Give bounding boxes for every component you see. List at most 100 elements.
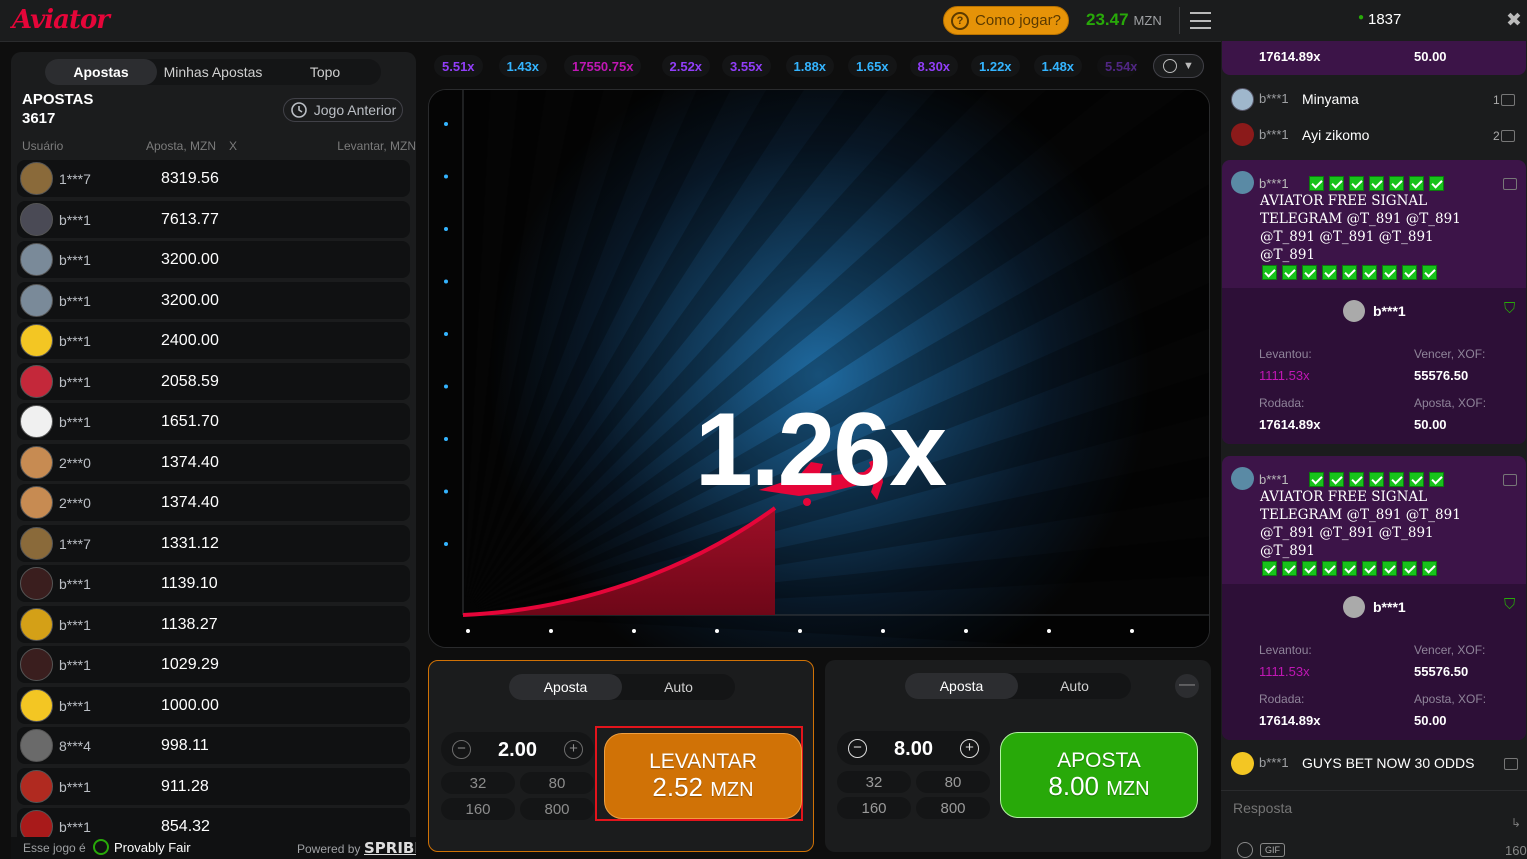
quick-160[interactable]: 160 xyxy=(441,798,515,820)
history-multiplier[interactable]: 1.88x xyxy=(785,55,835,77)
online-dot-icon: ● xyxy=(1358,12,1365,23)
signal-text: AVIATOR FREE SIGNAL TELEGRAM @T_891 @T_8… xyxy=(1260,489,1461,559)
table-row: b***1 1029.29 xyxy=(17,646,410,683)
tab-all-bets[interactable]: Apostas xyxy=(45,59,157,85)
balance: 23.47 MZN xyxy=(1086,10,1162,29)
chat-panel: ● 1837 ✖ 17614.89x 50.00 b***1 Minyama 1… xyxy=(1221,0,1527,859)
bet-value: 50.00 xyxy=(1414,417,1447,432)
row-user: 2***0 xyxy=(59,454,91,471)
share-user: b***1 xyxy=(1373,303,1406,319)
check-icons xyxy=(1262,561,1437,576)
chat-text: Ayi zikomo xyxy=(1302,127,1370,143)
quick-80[interactable]: 80 xyxy=(916,771,990,793)
history-multiplier[interactable]: 1.65x xyxy=(848,55,897,77)
previous-game-button[interactable]: Jogo Anterior xyxy=(283,98,403,122)
how-to-play-button[interactable]: ? Como jogar? xyxy=(943,6,1069,35)
place-bet-button[interactable]: APOSTA 8.00 MZN xyxy=(1000,732,1198,818)
avatar xyxy=(20,486,53,519)
menu-icon[interactable] xyxy=(1190,12,1211,29)
spribe-logo[interactable]: SPRIBE xyxy=(364,839,416,857)
quick-32[interactable]: 32 xyxy=(441,772,515,794)
row-user: 8***4 xyxy=(59,738,91,754)
like-icon[interactable] xyxy=(1501,94,1515,106)
history-toggle-button[interactable]: ▼ xyxy=(1153,54,1204,78)
quick-160[interactable]: 160 xyxy=(837,797,911,819)
like-icon[interactable] xyxy=(1501,130,1515,142)
avatar xyxy=(20,567,53,600)
cashed-value: 1111.53x xyxy=(1259,368,1310,383)
send-icon[interactable]: ↳ xyxy=(1511,816,1521,830)
signal-message-2: b***1 AVIATOR FREE SIGNAL TELEGRAM @T_89… xyxy=(1222,456,1526,740)
bet2-tab-auto[interactable]: Auto xyxy=(1018,673,1131,699)
check-icons xyxy=(1309,472,1444,487)
bets-count: 3617 xyxy=(22,110,56,127)
table-row: b***1 1138.27 xyxy=(17,605,410,643)
col-bet: Aposta, MZN xyxy=(146,139,217,153)
round-value: 17614.89x xyxy=(1259,713,1321,728)
avatar xyxy=(20,526,53,560)
history-multiplier[interactable]: 3.55x xyxy=(722,55,771,77)
row-amount: 1651.70 xyxy=(161,413,219,430)
divider xyxy=(1179,7,1180,34)
history-multiplier[interactable]: 1.22x xyxy=(971,55,1020,77)
bet2-stake-stepper[interactable]: − 8.00 + xyxy=(837,731,990,765)
history-multiplier[interactable]: 2.52x xyxy=(661,55,711,77)
place-bet-currency: MZN xyxy=(1106,778,1150,801)
bet1-tab-bet[interactable]: Aposta xyxy=(509,674,622,700)
table-row: 2***0 1374.40 xyxy=(17,484,410,521)
game-background xyxy=(429,90,1209,647)
history-multiplier[interactable]: 17550.75x xyxy=(564,55,642,77)
history-multiplier[interactable]: 1.48x xyxy=(1033,55,1083,77)
tab-my-bets[interactable]: Minhas Apostas xyxy=(157,59,269,85)
emoji-icon[interactable] xyxy=(1237,842,1253,858)
gif-button[interactable]: GIF xyxy=(1260,843,1285,857)
tab-top[interactable]: Topo xyxy=(269,59,381,85)
current-multiplier: 1.26x xyxy=(694,392,947,508)
like-icon[interactable] xyxy=(1504,758,1518,770)
avatar xyxy=(20,324,53,357)
bets-panel: Apostas Minhas Apostas Topo APOSTAS 3617 … xyxy=(11,52,416,859)
remove-panel-button[interactable]: — xyxy=(1175,674,1199,698)
powered-by: Powered by xyxy=(297,842,361,856)
avatar xyxy=(1231,171,1254,194)
row-amount: 2400.00 xyxy=(161,332,219,349)
history-multiplier[interactable]: 5.54x xyxy=(1097,55,1137,77)
avatar xyxy=(20,202,53,236)
reply-input[interactable] xyxy=(1233,797,1503,819)
round-label: Rodada: xyxy=(1259,396,1305,410)
quick-32[interactable]: 32 xyxy=(837,771,911,793)
quick-800[interactable]: 800 xyxy=(520,798,594,820)
bet1-stake-stepper[interactable]: − 2.00 + xyxy=(441,732,594,766)
bet2-tab-bet[interactable]: Aposta xyxy=(905,673,1018,699)
signal-text: AVIATOR FREE SIGNAL TELEGRAM @T_891 @T_8… xyxy=(1260,193,1461,263)
bets-title: APOSTAS 3617 xyxy=(22,91,94,127)
chat-header: ● 1837 ✖ xyxy=(1221,0,1527,41)
history-multiplier[interactable]: 1.43x xyxy=(498,55,548,77)
close-icon[interactable]: ✖ xyxy=(1506,9,1522,32)
quick-80[interactable]: 80 xyxy=(520,772,594,794)
quick-800[interactable]: 800 xyxy=(916,797,990,819)
bet-panel-2: Aposta Auto — − 8.00 + 32 80 160 800 APO… xyxy=(825,660,1211,852)
table-row: b***1 7613.77 xyxy=(17,200,410,238)
provably-fair-link[interactable]: Provably Fair xyxy=(114,840,191,855)
table-row: b***1 2400.00 xyxy=(17,322,410,359)
row-amount: 1138.27 xyxy=(161,615,218,633)
table-row: b***1 1651.70 xyxy=(17,403,410,440)
like-icon[interactable] xyxy=(1503,474,1517,486)
row-user: b***1 xyxy=(59,616,91,633)
like-icon[interactable] xyxy=(1503,178,1517,190)
bet1-tab-auto[interactable]: Auto xyxy=(622,674,735,700)
aviator-logo[interactable]: Aviator xyxy=(12,5,110,35)
history-multiplier[interactable]: 5.51x xyxy=(434,55,483,77)
row-user: 2***0 xyxy=(59,495,91,511)
row-user: b***1 xyxy=(59,252,91,268)
chat-text: GUYS BET NOW 30 ODDS xyxy=(1302,755,1475,771)
plus-icon[interactable]: + xyxy=(960,739,979,758)
avatar xyxy=(1231,467,1254,490)
shield-check-icon xyxy=(93,839,109,855)
cashout-button[interactable]: LEVANTAR 2.52 MZN xyxy=(604,733,802,819)
like-count: 2 xyxy=(1493,129,1500,143)
plus-icon[interactable]: + xyxy=(564,740,583,759)
history-multiplier[interactable]: 8.30x xyxy=(909,55,959,77)
row-amount: 3200.00 xyxy=(161,251,219,268)
